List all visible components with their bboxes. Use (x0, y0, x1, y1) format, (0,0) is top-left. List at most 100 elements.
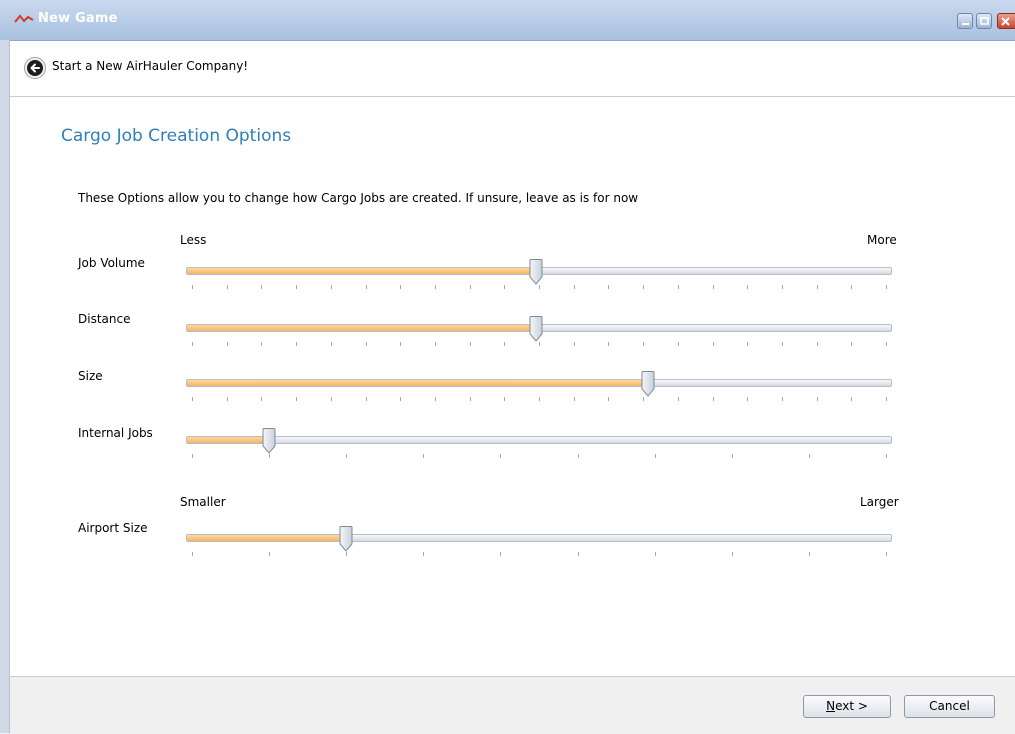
size-slider[interactable] (186, 371, 892, 407)
distance-slider[interactable] (186, 316, 892, 352)
slider-tick (747, 397, 748, 401)
slider-tick (366, 397, 367, 401)
slider-tick (782, 285, 783, 289)
size-label: Size (78, 369, 103, 383)
slider-tick (192, 397, 193, 401)
slider-tick (192, 285, 193, 289)
slider-tick (500, 552, 501, 556)
wizard-title: Start a New AirHauler Company! (52, 59, 249, 73)
slider-tick (331, 342, 332, 346)
slider-fill (187, 380, 647, 386)
slider-tick (851, 285, 852, 289)
slider-tick (296, 285, 297, 289)
airport-scale-max-label: Larger (860, 495, 899, 509)
slider-tick (500, 454, 501, 458)
slider-tick (470, 285, 471, 289)
slider-tick (732, 552, 733, 556)
slider-tick (400, 285, 401, 289)
slider-tick (331, 397, 332, 401)
slider-tick (504, 285, 505, 289)
slider-tick (578, 552, 579, 556)
slider-tick (851, 397, 852, 401)
internal-jobs-label: Internal Jobs (78, 426, 153, 440)
slider-thumb[interactable] (529, 259, 543, 285)
slider-tick (886, 342, 887, 346)
slider-thumb[interactable] (641, 371, 655, 397)
next-label: ext > (835, 699, 868, 713)
slider-tick (261, 285, 262, 289)
slider-tick (192, 454, 193, 458)
job-volume-slider[interactable] (186, 259, 892, 295)
slider-tick (470, 397, 471, 401)
slider-tick (346, 552, 347, 556)
slider-tick (809, 454, 810, 458)
slider-tick (886, 285, 887, 289)
slider-tick (400, 342, 401, 346)
slider-tick (192, 552, 193, 556)
next-button[interactable]: Next > (803, 695, 891, 718)
internal-jobs-slider[interactable] (186, 428, 892, 464)
slider-tick (435, 285, 436, 289)
app-logo-icon (14, 14, 34, 23)
slider-tick (886, 454, 887, 458)
slider-tick (678, 285, 679, 289)
slider-tick (423, 454, 424, 458)
scale-max-label: More (867, 233, 897, 247)
slider-tick (817, 342, 818, 346)
slider-fill (187, 535, 345, 541)
slider-tick (817, 285, 818, 289)
next-mnemonic: N (826, 699, 836, 713)
title-bar: New Game (0, 0, 1015, 41)
slider-tick (261, 342, 262, 346)
slider-tick (574, 342, 575, 346)
slider-tick (809, 552, 810, 556)
slider-tick (578, 454, 579, 458)
slider-tick (643, 397, 644, 401)
slider-tick (400, 397, 401, 401)
airport-size-slider[interactable] (186, 526, 892, 562)
back-arrow-icon (27, 60, 43, 76)
slider-thumb[interactable] (339, 526, 353, 552)
minimize-button[interactable] (957, 13, 973, 29)
slider-tick (192, 342, 193, 346)
slider-tick (539, 342, 540, 346)
slider-fill (187, 437, 268, 443)
slider-thumb[interactable] (262, 428, 276, 454)
intro-text: These Options allow you to change how Ca… (78, 191, 639, 205)
slider-tick (655, 552, 656, 556)
slider-fill (187, 325, 535, 331)
slider-tick (782, 342, 783, 346)
slider-tick (227, 342, 228, 346)
slider-thumb[interactable] (529, 316, 543, 342)
slider-tick (504, 342, 505, 346)
slider-tick (346, 454, 347, 458)
slider-tick (713, 285, 714, 289)
slider-track[interactable] (186, 436, 892, 444)
slider-tick (608, 285, 609, 289)
slider-tick (851, 342, 852, 346)
window-title: New Game (38, 11, 118, 26)
cancel-button[interactable]: Cancel (904, 695, 995, 718)
slider-tick (269, 552, 270, 556)
window-frame-left (0, 40, 10, 733)
slider-tick (366, 342, 367, 346)
close-button[interactable] (997, 13, 1015, 29)
slider-tick (886, 552, 887, 556)
scale-min-label: Less (180, 233, 207, 247)
slider-tick (261, 397, 262, 401)
slider-tick (435, 342, 436, 346)
slider-tick (435, 397, 436, 401)
slider-tick (296, 342, 297, 346)
airport-scale-min-label: Smaller (180, 495, 226, 509)
slider-tick (331, 285, 332, 289)
slider-tick (678, 342, 679, 346)
slider-tick (504, 397, 505, 401)
slider-tick (782, 397, 783, 401)
slider-tick (608, 342, 609, 346)
slider-tick (713, 397, 714, 401)
back-button[interactable] (24, 57, 46, 79)
slider-tick (366, 285, 367, 289)
wizard-header: Start a New AirHauler Company! (10, 41, 1015, 97)
airport-size-label: Airport Size (78, 521, 148, 535)
maximize-button[interactable] (976, 13, 992, 29)
